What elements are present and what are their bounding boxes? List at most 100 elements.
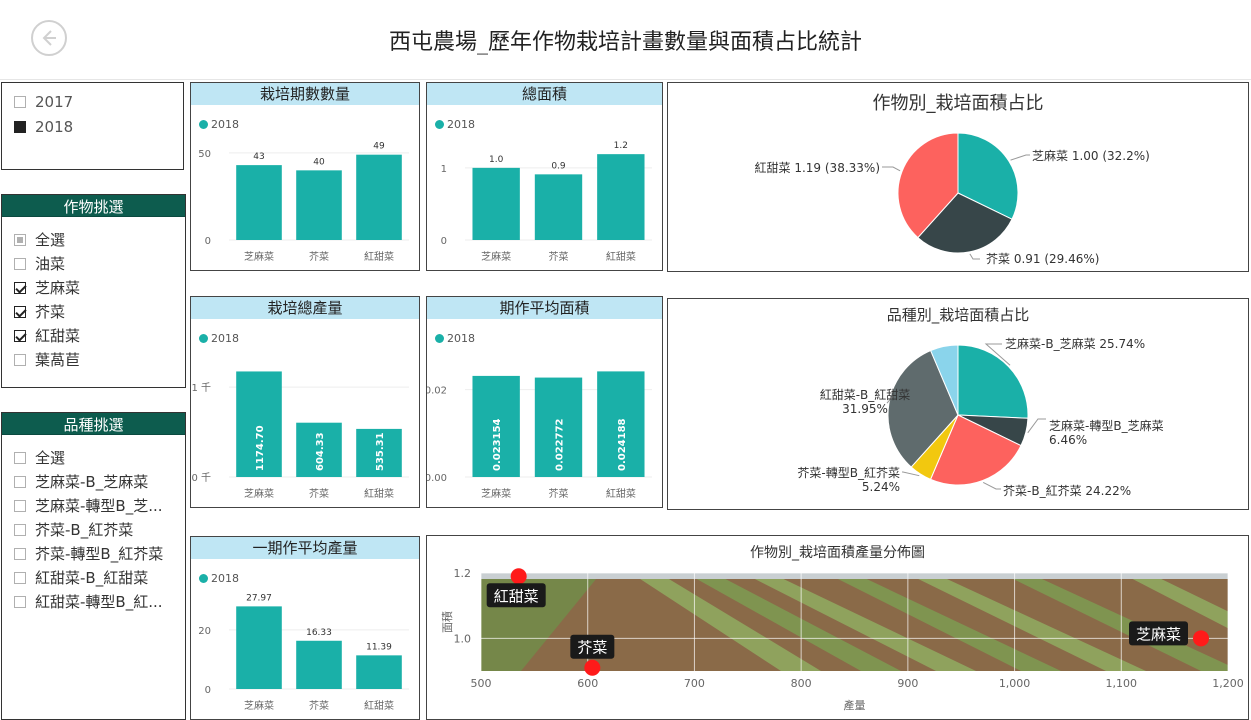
checkbox[interactable] bbox=[14, 305, 26, 318]
checkbox[interactable] bbox=[14, 281, 26, 294]
variety-slicer: 品種挑選 全選 芝麻菜-B_芝麻菜 芝麻菜-轉型B_芝... 芥菜-B_紅芥菜 … bbox=[1, 412, 186, 720]
x-tick-label: 1,100 bbox=[1106, 677, 1138, 690]
y-tick-label: 50 bbox=[198, 149, 211, 160]
bar-chart: 0 20 27.97 芝麻菜 16.33 芥菜 11.39 紅甜菜 bbox=[198, 593, 409, 712]
variety-option[interactable]: 芝麻菜-B_芝麻菜 bbox=[14, 471, 148, 492]
variety-option-label: 紅甜菜-B_紅甜菜 bbox=[35, 569, 149, 587]
x-tick-label: 芥菜 bbox=[549, 488, 569, 500]
slice-label: 芥菜-轉型B_紅芥菜 5.24% bbox=[797, 466, 900, 494]
crop-option-lettuce[interactable]: 葉萵苣 bbox=[14, 349, 80, 370]
total-yield-card: 栽培總產量 2018 0 千1 千 1174.70 芝麻菜 604.33 芥菜 535.3… bbox=[190, 296, 420, 508]
x-tick-label: 紅甜菜 bbox=[364, 250, 394, 263]
bar bbox=[472, 167, 520, 240]
variety-option-label: 芥菜-轉型B_紅芥菜 bbox=[35, 545, 164, 563]
variety-option-label: 芥菜-B_紅芥菜 bbox=[35, 521, 134, 539]
variety-option[interactable]: 芥菜-B_紅芥菜 bbox=[14, 519, 133, 540]
year-option-2017[interactable]: 2017 bbox=[14, 93, 73, 111]
variety-option[interactable]: 芝麻菜-轉型B_芝... bbox=[14, 495, 163, 516]
variety-option[interactable]: 紅甜菜-轉型B_紅... bbox=[14, 591, 163, 612]
checkbox[interactable] bbox=[14, 523, 26, 536]
x-tick-label: 900 bbox=[897, 677, 918, 690]
variety-option[interactable]: 全選 bbox=[14, 447, 65, 468]
leader-line bbox=[1027, 418, 1046, 434]
point-label: 芥菜 bbox=[577, 639, 607, 657]
variety-area-pie-card: 品種別_栽培面積占比 芝麻菜-B_芝麻菜 25.74% 芝麻菜-轉型B_芝麻菜 6.… bbox=[667, 298, 1249, 510]
bar bbox=[296, 640, 342, 689]
year-option-2018[interactable]: 2018 bbox=[14, 118, 73, 136]
bar bbox=[236, 606, 282, 689]
scatter-point bbox=[1193, 630, 1210, 647]
area-yield-scatter-card: 作物別_栽培面積產量分佈圖 500 600 700 800 900 1,000 1,100 1… bbox=[426, 535, 1249, 720]
crop-option-mustard[interactable]: 芥菜 bbox=[14, 301, 65, 322]
data-label: 27.97 bbox=[246, 593, 272, 603]
x-tick-label: 芥菜 bbox=[309, 251, 329, 263]
slice-label: 芝麻菜-轉型B_芝麻菜 6.46% bbox=[1049, 418, 1164, 447]
bar-chart: 0 50 43 芝麻菜 40 芥菜 49 紅甜菜 bbox=[198, 142, 409, 263]
scatter-point bbox=[584, 659, 601, 676]
crop-option-label: 葉萵苣 bbox=[35, 351, 81, 369]
checkbox[interactable] bbox=[14, 595, 26, 608]
bar bbox=[356, 655, 402, 689]
data-label: 1.2 bbox=[614, 141, 628, 151]
slice-label: 芝麻菜-B_芝麻菜 25.74% bbox=[1005, 336, 1145, 351]
bar bbox=[534, 174, 583, 240]
data-label: 535.31 bbox=[375, 432, 386, 471]
checkbox[interactable] bbox=[14, 257, 26, 270]
crop-slicer: 作物挑選 全選 油菜 芝麻菜 芥菜 紅甜菜 葉萵苣 bbox=[1, 194, 186, 388]
x-tick-label: 紅甜菜 bbox=[606, 250, 636, 263]
avg-yield-card: 一期作平均產量 2018 0 20 27.97 芝麻菜 16.33 芥菜 11.39 紅甜菜 bbox=[190, 536, 420, 720]
year-option-label: 2017 bbox=[35, 93, 74, 111]
variety-option-label: 全選 bbox=[35, 449, 66, 467]
crop-option-arugula[interactable]: 芝麻菜 bbox=[14, 277, 80, 298]
title-bar: 西屯農場_歷年作物栽培計畫數量與面積占比統計 bbox=[0, 0, 1251, 80]
pie-chart: 芝麻菜-B_芝麻菜 25.74% 芝麻菜-轉型B_芝麻菜 6.46% 芥菜-B_紅芥菜… bbox=[797, 336, 1164, 498]
y-tick-label: 0 bbox=[205, 236, 211, 247]
x-tick-label: 700 bbox=[684, 677, 705, 690]
checkbox[interactable] bbox=[14, 121, 26, 133]
checkbox[interactable] bbox=[14, 329, 26, 342]
crop-option-rapeseed[interactable]: 油菜 bbox=[14, 253, 65, 274]
bar bbox=[236, 165, 282, 240]
checkbox[interactable] bbox=[14, 233, 26, 246]
crop-option-beet[interactable]: 紅甜菜 bbox=[14, 325, 80, 346]
x-tick-label: 紅甜菜 bbox=[364, 699, 394, 712]
point-label: 紅甜菜 bbox=[494, 587, 539, 605]
bar bbox=[296, 170, 342, 240]
slice-label: 芥菜 0.91 (29.46%) bbox=[986, 252, 1099, 266]
bar-chart: 0.00 0.02 0.023154 芝麻菜 0.022772 芥菜 0.024188 紅甜菜 bbox=[427, 371, 652, 500]
total-area-card: 總面積 2018 0 1 1.0 芝麻菜 0.9 芥菜 1.2 紅甜菜 bbox=[426, 82, 663, 271]
x-axis-label: 產量 bbox=[844, 698, 866, 712]
checkbox[interactable] bbox=[14, 96, 26, 108]
x-tick-label: 芝麻菜 bbox=[244, 699, 274, 712]
y-tick-label: 0 千 bbox=[191, 472, 211, 484]
point-label: 芝麻菜 bbox=[1136, 625, 1181, 643]
pie-chart: 芝麻菜 1.00 (32.2%) 芥菜 0.91 (29.46%) 紅甜菜 1.19… bbox=[755, 132, 1150, 266]
y-tick-label: 0 bbox=[205, 685, 211, 696]
checkbox[interactable] bbox=[14, 451, 26, 464]
variety-option[interactable]: 芥菜-轉型B_紅芥菜 bbox=[14, 543, 163, 564]
sky bbox=[481, 573, 1228, 579]
x-tick-label: 芝麻菜 bbox=[244, 487, 274, 500]
x-tick-label: 600 bbox=[577, 677, 598, 690]
x-tick-label: 800 bbox=[791, 677, 812, 690]
checkbox[interactable] bbox=[14, 499, 26, 512]
checkbox[interactable] bbox=[14, 475, 26, 488]
x-tick-label: 芥菜 bbox=[309, 488, 329, 500]
data-label: 40 bbox=[313, 157, 325, 167]
bar bbox=[356, 154, 402, 240]
y-tick-label: 1 bbox=[441, 164, 447, 175]
y-tick-label: 0 bbox=[441, 236, 447, 247]
y-tick-label: 1 千 bbox=[191, 382, 211, 394]
checkbox[interactable] bbox=[14, 547, 26, 560]
variety-option[interactable]: 紅甜菜-B_紅甜菜 bbox=[14, 567, 148, 588]
x-tick-label: 1,200 bbox=[1212, 677, 1244, 690]
data-label: 0.023154 bbox=[492, 418, 503, 471]
crop-option-all[interactable]: 全選 bbox=[14, 229, 65, 250]
checkbox[interactable] bbox=[14, 571, 26, 584]
x-tick-label: 芝麻菜 bbox=[481, 250, 511, 263]
checkbox[interactable] bbox=[14, 353, 26, 366]
data-label: 1.0 bbox=[489, 155, 504, 165]
x-tick-label: 芝麻菜 bbox=[244, 250, 274, 263]
crop-option-label: 油菜 bbox=[35, 255, 66, 273]
x-tick-label: 紅甜菜 bbox=[606, 487, 636, 500]
